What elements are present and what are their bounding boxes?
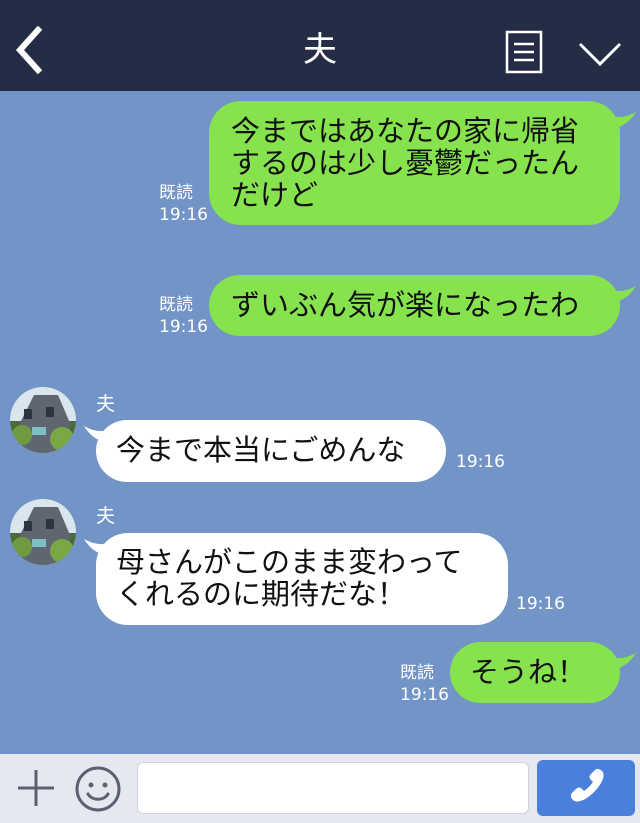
avatar-image <box>10 499 76 565</box>
message-input[interactable] <box>137 762 529 814</box>
avatar[interactable] <box>10 387 76 453</box>
add-button[interactable] <box>14 766 58 810</box>
message-time: 19:16 <box>400 685 449 705</box>
chat-header: 夫 <box>0 0 640 91</box>
bubble-tail <box>596 110 636 130</box>
chat-title: 夫 <box>303 30 337 70</box>
read-receipt: 既読 19:16 <box>400 663 449 705</box>
input-bar <box>0 754 640 823</box>
chat-screen: 夫 既読 19:16 今まではあなたの家に帰省 するのは少し憂鬱だったん だけど… <box>0 0 640 823</box>
read-receipt: 既読 19:16 <box>159 183 208 225</box>
plus-icon <box>18 770 54 806</box>
outgoing-message: 今まではあなたの家に帰省 するのは少し憂鬱だったん だけど <box>209 101 620 225</box>
read-receipt: 既読 19:16 <box>159 295 208 337</box>
call-button[interactable] <box>537 760 635 816</box>
smiley-icon <box>75 766 121 812</box>
message-time: 19:16 <box>159 205 208 225</box>
dropdown-button[interactable] <box>576 36 624 72</box>
sender-name: 夫 <box>96 393 116 415</box>
incoming-message: 今まで本当にごめんな <box>96 420 446 482</box>
outgoing-message: ずいぶん気が楽になったわ <box>209 275 620 336</box>
avatar-image <box>10 387 76 453</box>
outgoing-message: そうね！ <box>450 642 620 703</box>
menu-button[interactable] <box>504 30 544 74</box>
avatar[interactable] <box>10 499 76 565</box>
message-time: 19:16 <box>159 317 208 337</box>
bubble-tail <box>596 651 636 671</box>
message-time: 19:16 <box>456 452 505 472</box>
message-time: 19:16 <box>516 594 565 614</box>
incoming-message: 母さんがこのまま変わって くれるのに期待だな！ <box>96 533 508 625</box>
list-icon <box>505 30 543 74</box>
chevron-down-icon <box>578 42 622 67</box>
bubble-tail <box>596 284 636 304</box>
emoji-button[interactable] <box>73 764 123 814</box>
sender-name: 夫 <box>96 505 116 527</box>
phone-icon <box>570 768 604 802</box>
